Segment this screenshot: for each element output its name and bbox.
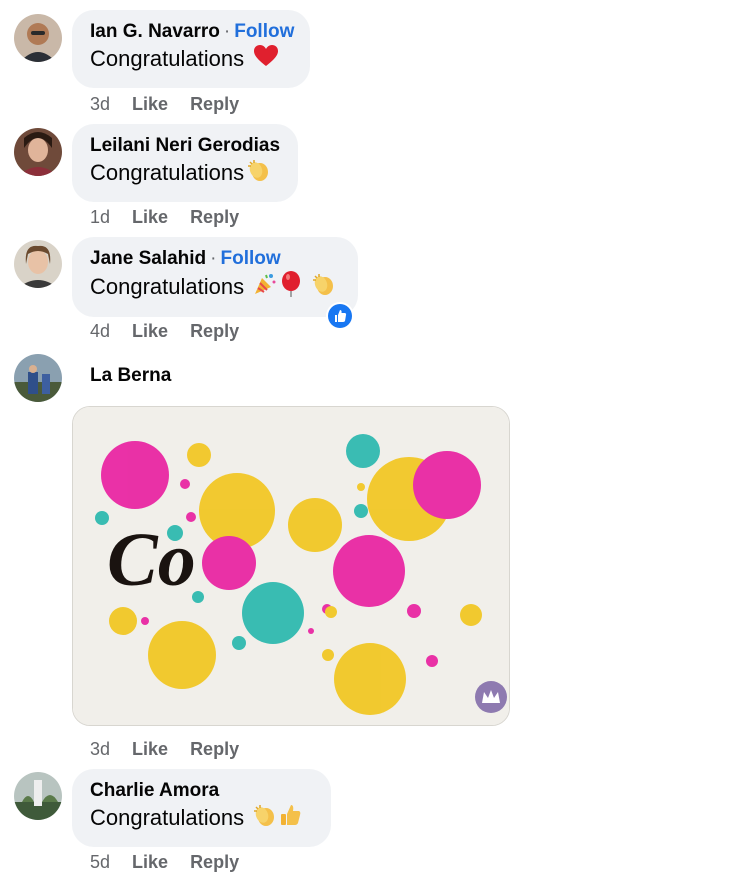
comment-bubble: Leilani Neri Gerodias Congratulations [72, 124, 298, 202]
timestamp[interactable]: 1d [90, 207, 110, 227]
comment-actions: 3d Like Reply [90, 739, 261, 760]
avatar-photo [14, 772, 62, 820]
separator-dot: · [210, 248, 217, 269]
avatar-photo [14, 14, 62, 62]
clapping-hands-icon [247, 158, 271, 190]
follow-link[interactable]: Follow [234, 21, 294, 42]
balloon-icon [280, 271, 302, 305]
avatar[interactable] [14, 354, 62, 402]
comment-actions: 5d Like Reply [90, 852, 261, 873]
author-name[interactable]: La Berna [90, 364, 171, 388]
polka-dot-sticker-image: Co [73, 407, 509, 725]
comment-actions: 1d Like Reply [90, 207, 261, 228]
comment-actions: 3d Like Reply [90, 94, 261, 115]
thumbs-up-reaction-icon [328, 304, 352, 328]
avatar[interactable] [14, 240, 62, 288]
party-popper-icon [253, 272, 277, 304]
reply-button[interactable]: Reply [190, 94, 239, 114]
avatar-photo [14, 128, 62, 176]
comment-bubble: Ian G. Navarro · Follow Congratulations [72, 10, 310, 88]
comment-actions: 4d Like Reply [90, 321, 261, 342]
comment-text: Congratulations [90, 273, 245, 299]
author-name[interactable]: Ian G. Navarro [90, 21, 220, 42]
comment-text: Congratulations [90, 805, 245, 830]
clapping-hands-icon [312, 272, 336, 304]
reply-button[interactable]: Reply [190, 852, 239, 872]
like-button[interactable]: Like [132, 94, 168, 114]
avatar-photo [14, 240, 62, 288]
like-button[interactable]: Like [132, 321, 168, 341]
thumbs-up-icon [280, 803, 302, 835]
author-name[interactable]: Charlie Amora [90, 780, 219, 801]
timestamp[interactable]: 3d [90, 739, 110, 759]
like-button[interactable]: Like [132, 739, 168, 759]
congratulations-sticker[interactable]: Co [72, 406, 510, 726]
clapping-hands-icon [253, 803, 277, 835]
avatar-photo [14, 354, 62, 402]
like-button[interactable]: Like [132, 207, 168, 227]
reply-button[interactable]: Reply [190, 207, 239, 227]
avatar[interactable] [14, 128, 62, 176]
reply-button[interactable]: Reply [190, 321, 239, 341]
sticker-text: Co [107, 518, 196, 602]
author-name[interactable]: Leilani Neri Gerodias [90, 135, 280, 156]
timestamp[interactable]: 5d [90, 852, 110, 872]
comment-text: Congratulations [90, 46, 245, 71]
reply-button[interactable]: Reply [190, 739, 239, 759]
author-name[interactable]: Jane Salahid [90, 248, 206, 269]
avatar[interactable] [14, 772, 62, 820]
comment-bubble: Jane Salahid · Follow Congratulations [72, 237, 358, 317]
reaction-badge[interactable] [326, 302, 354, 330]
separator-dot: · [223, 21, 231, 42]
like-button[interactable]: Like [132, 852, 168, 872]
follow-link[interactable]: Follow [221, 248, 281, 269]
red-heart-icon [253, 44, 279, 76]
avatar[interactable] [14, 14, 62, 62]
comment-bubble: Charlie Amora Congratulations [72, 769, 331, 847]
comment-text: Congratulations [90, 160, 245, 185]
timestamp[interactable]: 3d [90, 94, 110, 114]
timestamp[interactable]: 4d [90, 321, 110, 341]
